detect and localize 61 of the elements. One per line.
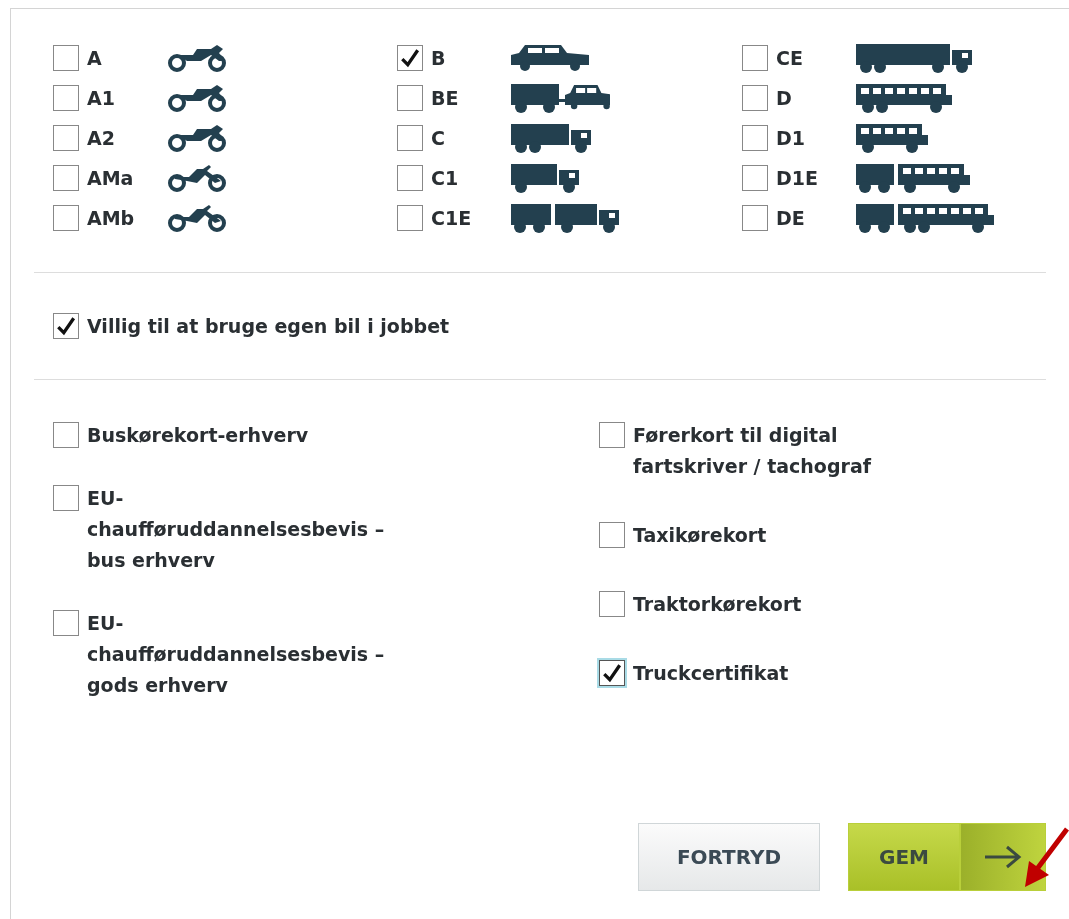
checkbox[interactable] [397, 205, 423, 231]
option-label: Førerkort til digital fartskriver / tachograf [633, 423, 873, 479]
checkbox[interactable] [397, 125, 423, 151]
category-label: A [87, 47, 103, 69]
checkbox[interactable] [742, 205, 768, 231]
checkbox[interactable] [742, 165, 768, 191]
checkbox[interactable] [397, 45, 423, 71]
category-label: D1 [776, 127, 806, 149]
checkbox[interactable] [397, 165, 423, 191]
option-label: Buskørekort-erhverv [87, 423, 309, 448]
category-label: AMb [87, 207, 136, 229]
checkbox[interactable] [742, 125, 768, 151]
option-label: EU-chaufføruddannelsesbevis – gods erhverv [87, 611, 386, 698]
checkbox[interactable] [53, 205, 79, 231]
checkbox[interactable] [53, 422, 79, 448]
category-label: D [776, 87, 793, 109]
checkbox[interactable] [53, 313, 79, 339]
next-button[interactable] [960, 823, 1046, 891]
bus-icon [856, 83, 952, 113]
arrow-right-icon [983, 845, 1023, 869]
category-label: AMa [87, 167, 135, 189]
checkbox[interactable] [742, 85, 768, 111]
category-label: C1E [431, 207, 473, 229]
category-label: C [431, 127, 446, 149]
checkbox[interactable] [53, 125, 79, 151]
checkbox[interactable] [599, 660, 625, 686]
category-label: A1 [87, 87, 116, 109]
minibus-trailer-icon [856, 163, 970, 193]
category-label: A2 [87, 127, 116, 149]
category-label: DE [776, 207, 806, 229]
option-label: Taxikørekort [633, 523, 767, 548]
checkbox[interactable] [599, 591, 625, 617]
checkbox[interactable] [53, 485, 79, 511]
checkbox[interactable] [53, 165, 79, 191]
cancel-button[interactable]: FORTRYD [638, 823, 820, 891]
option-label: Traktorkørekort [633, 592, 802, 617]
category-label: B [431, 47, 447, 69]
option-label: EU-chaufføruddannelsesbevis – bus erhverv [87, 486, 386, 573]
bus-trailer-icon [856, 203, 994, 233]
truck-icon [511, 123, 591, 153]
minibus-icon [856, 123, 928, 153]
small-truck-icon [511, 163, 579, 193]
car-trailer-icon [511, 83, 610, 113]
checkbox[interactable] [397, 85, 423, 111]
category-label: D1E [776, 167, 819, 189]
save-button[interactable]: GEM [848, 823, 960, 891]
checkbox[interactable] [53, 45, 79, 71]
category-label: BE [431, 87, 460, 109]
semi-truck-icon [856, 43, 972, 73]
checkbox[interactable] [53, 610, 79, 636]
category-label: C1 [431, 167, 460, 189]
checkbox[interactable] [742, 45, 768, 71]
truck-trailer-icon [511, 203, 619, 233]
checkbox[interactable] [599, 422, 625, 448]
car-icon [511, 43, 591, 73]
checkbox[interactable] [53, 85, 79, 111]
option-label: Truckcertifikat [633, 661, 789, 686]
category-label: CE [776, 47, 804, 69]
annotation-arrow [1025, 827, 1069, 887]
checkbox[interactable] [599, 522, 625, 548]
option-label: Villig til at bruge egen bil i jobbet [87, 315, 450, 337]
